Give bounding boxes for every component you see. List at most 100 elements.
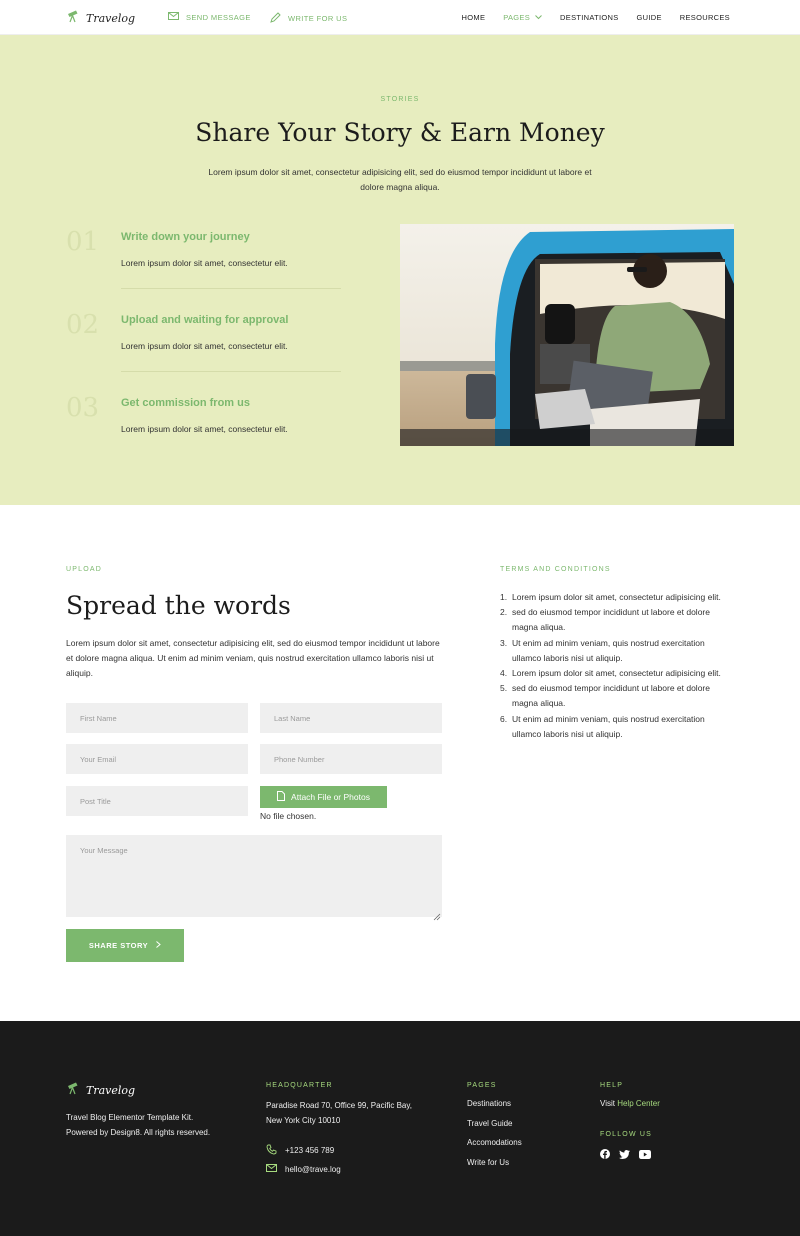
- twitter-icon[interactable]: [619, 1146, 630, 1164]
- nav-destinations[interactable]: DESTINATIONS: [560, 13, 618, 22]
- list-item: 3. Ut enim ad minim veniam, quis nostrud …: [500, 636, 735, 666]
- phone-icon: [266, 1144, 277, 1157]
- hero-title: Share Your Story & Earn Money: [195, 118, 605, 147]
- write-for-us-label: WRITE FOR US: [288, 14, 348, 23]
- item-text: sed do eiusmod tempor incididunt ut labo…: [512, 607, 710, 633]
- footer-link-destinations[interactable]: Destinations: [467, 1099, 511, 1108]
- site-header: Travelog SEND MESSAGE WRITE FOR US HOME …: [0, 0, 800, 35]
- help-center-link[interactable]: Help Center: [617, 1099, 660, 1108]
- step-title: Write down your journey: [121, 231, 250, 243]
- footer-logo-text: Travelog: [86, 1084, 136, 1097]
- envelope-icon: [266, 1164, 277, 1174]
- no-file-status: No file chosen.: [260, 811, 317, 821]
- item-text: sed do eiusmod tempor incididunt ut labo…: [512, 683, 710, 709]
- footer-link-write-for-us[interactable]: Write for Us: [467, 1158, 509, 1167]
- step-number: 03: [66, 393, 100, 423]
- item-number: 3.: [500, 637, 508, 648]
- post-title-field[interactable]: [66, 786, 248, 816]
- chevron-down-icon: [535, 13, 542, 22]
- youtube-icon[interactable]: [639, 1146, 651, 1164]
- list-item: 5. sed do eiusmod tempor incididunt ut la…: [500, 681, 735, 711]
- terms-list: 1. Lorem ipsum dolor sit amet, consectetu…: [500, 590, 735, 742]
- footer-email: hello@trave.log: [285, 1164, 341, 1174]
- footer-link-travel-guide[interactable]: Travel Guide: [467, 1119, 513, 1128]
- step-2: 02 Upload and waiting for approval Lorem…: [66, 308, 342, 386]
- last-name-field[interactable]: [260, 703, 442, 733]
- step-text: Lorem ipsum dolor sit amet, consectetur …: [121, 258, 288, 268]
- nav-guide[interactable]: GUIDE: [637, 13, 662, 22]
- item-number: 4.: [500, 668, 508, 679]
- nav-pages-label: PAGES: [503, 13, 531, 22]
- nav-resources[interactable]: RESOURCES: [680, 13, 730, 22]
- item-number: 2.: [500, 607, 508, 618]
- message-field[interactable]: [66, 835, 442, 917]
- step-number: 01: [66, 227, 100, 257]
- file-icon: [277, 791, 286, 803]
- write-for-us-link[interactable]: WRITE FOR US: [270, 12, 347, 25]
- item-number: 1.: [500, 592, 508, 602]
- footer-about: Travel Blog Elementor Template Kit. Powe…: [66, 1113, 211, 1137]
- attach-file-button[interactable]: Attach File or Photos: [260, 786, 387, 808]
- upload-title: Spread the words: [66, 591, 291, 620]
- footer-phone: +123 456 789: [285, 1146, 335, 1155]
- main-nav: HOME PAGES DESTINATIONS GUIDE RESOURCES: [462, 13, 730, 22]
- footer-pages-list: Destinations Travel Guide Accomodations …: [467, 1099, 522, 1177]
- headquarter-heading: HEADQUARTER: [266, 1082, 333, 1089]
- step-1: 01 Write down your journey Lorem ipsum d…: [66, 225, 342, 303]
- item-number: 6.: [500, 713, 508, 724]
- step-text: Lorem ipsum dolor sit amet, consectetur …: [121, 341, 288, 351]
- nav-pages[interactable]: PAGES: [503, 13, 542, 22]
- send-message-link[interactable]: SEND MESSAGE: [168, 12, 251, 22]
- hero-description: Lorem ipsum dolor sit amet, consectetur …: [208, 167, 592, 192]
- upload-description: Lorem ipsum dolor sit amet, consectetur …: [66, 638, 440, 678]
- list-item: 1. Lorem ipsum dolor sit amet, consectetu…: [500, 590, 735, 605]
- site-logo[interactable]: Travelog: [66, 9, 135, 28]
- social-links: [600, 1146, 651, 1164]
- help-heading: HELP: [600, 1082, 624, 1089]
- hero-photo: [400, 224, 734, 446]
- chevron-right-icon: [156, 941, 161, 950]
- follow-us-heading: FOLLOW US: [600, 1131, 653, 1138]
- step-divider: [121, 371, 341, 372]
- logo-text: Travelog: [86, 12, 136, 25]
- terms-eyebrow: TERMS AND CONDITIONS: [500, 566, 611, 573]
- phone-field[interactable]: [260, 744, 442, 774]
- headquarter-address: Paradise Road 70, Office 99, Pacific Bay…: [266, 1101, 413, 1125]
- send-message-label: SEND MESSAGE: [186, 12, 251, 22]
- item-text: Ut enim ad minim veniam, quis nostrud ex…: [512, 713, 705, 739]
- step-text: Lorem ipsum dolor sit amet, consectetur …: [121, 424, 288, 434]
- step-divider: [121, 288, 341, 289]
- telescope-icon: [66, 1081, 80, 1100]
- step-number: 02: [66, 310, 100, 340]
- stories-hero: STORIES Share Your Story & Earn Money Lo…: [0, 35, 800, 505]
- facebook-icon[interactable]: [600, 1146, 610, 1164]
- list-item: 4. Lorem ipsum dolor sit amet, consectetu…: [500, 666, 735, 681]
- item-number: 5.: [500, 683, 508, 694]
- telescope-icon: [66, 9, 80, 28]
- envelope-icon: [168, 12, 179, 22]
- first-name-field[interactable]: [66, 703, 248, 733]
- hero-eyebrow: STORIES: [380, 96, 420, 103]
- list-item: 2. sed do eiusmod tempor incididunt ut la…: [500, 605, 735, 635]
- help-visit-text: Visit: [600, 1099, 615, 1108]
- help-line: Visit Help Center: [600, 1099, 660, 1108]
- resize-handle[interactable]: [433, 908, 441, 921]
- list-item: 6. Ut enim ad minim veniam, quis nostrud …: [500, 712, 735, 742]
- step-title: Get commission from us: [121, 397, 250, 409]
- step-3: 03 Get commission from us Lorem ipsum do…: [66, 391, 342, 469]
- upload-eyebrow: UPLOAD: [66, 566, 102, 573]
- item-text: Lorem ipsum dolor sit amet, consectetur …: [512, 592, 721, 602]
- email-field[interactable]: [66, 744, 248, 774]
- share-story-button[interactable]: SHARE STORY: [66, 929, 184, 962]
- nav-home[interactable]: HOME: [462, 13, 486, 22]
- pencil-icon: [270, 12, 281, 25]
- share-story-label: SHARE STORY: [88, 941, 149, 950]
- footer-phone-link[interactable]: +123 456 789: [266, 1144, 334, 1157]
- footer-logo[interactable]: Travelog: [66, 1081, 135, 1100]
- pages-heading: PAGES: [467, 1082, 497, 1089]
- footer-link-accomodations[interactable]: Accomodations: [467, 1138, 522, 1147]
- step-title: Upload and waiting for approval: [121, 314, 289, 326]
- site-footer: Travelog Travel Blog Elementor Template …: [0, 1021, 800, 1236]
- item-text: Ut enim ad minim veniam, quis nostrud ex…: [512, 637, 705, 663]
- footer-email-link[interactable]: hello@trave.log: [266, 1164, 341, 1174]
